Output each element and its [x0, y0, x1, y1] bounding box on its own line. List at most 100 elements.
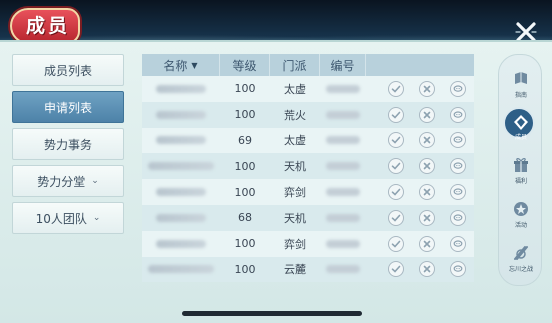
battle-icon: [514, 246, 528, 260]
rail-guide[interactable]: 指南: [499, 69, 543, 109]
reject-icon[interactable]: [419, 235, 435, 252]
rail-members[interactable]: 成员: [499, 113, 543, 153]
approve-icon[interactable]: [388, 235, 404, 252]
rail-welfare-label: 福利: [514, 178, 527, 185]
table-header: 名称 ▼ 等级 门派 编号: [142, 54, 474, 76]
table-row: 69 太虚: [142, 127, 474, 154]
name-cell: [142, 205, 220, 231]
id-cell: [320, 76, 366, 102]
sort-down-icon: ▼: [191, 60, 198, 70]
approve-icon[interactable]: [388, 209, 404, 226]
level-cell: 100: [234, 108, 256, 122]
table-row: 68 天机: [142, 204, 474, 231]
chat-icon[interactable]: [450, 261, 466, 278]
level-cell: 100: [234, 237, 256, 251]
level-cell: 100: [234, 159, 256, 173]
menu-ten-person-team[interactable]: 10人团队 ⌄: [12, 202, 124, 234]
blurred-name: [156, 136, 206, 145]
blurred-name: [156, 213, 206, 222]
chat-icon[interactable]: [450, 132, 466, 149]
approve-icon[interactable]: [388, 80, 404, 97]
menu-faction-branch[interactable]: 势力分堂 ⌄: [12, 165, 124, 197]
header-sect: 门派: [270, 54, 320, 76]
home-indicator[interactable]: [182, 311, 362, 316]
rail-guide-label: 指南: [514, 92, 527, 99]
menu-member-list-label: 成员列表: [43, 63, 92, 78]
chat-icon[interactable]: [450, 106, 466, 123]
id-cell: [320, 102, 366, 128]
name-cell: [142, 128, 220, 154]
header-sect-label: 门派: [282, 58, 307, 73]
blurred-name: [156, 188, 206, 197]
menu-application-list[interactable]: 申请列表: [12, 91, 124, 123]
level-cell: 68: [238, 211, 252, 225]
rail-activity-label: 活动: [514, 222, 527, 229]
id-cell: [320, 153, 366, 179]
rail-battle[interactable]: 忘川之战: [499, 243, 543, 283]
table-row: 100 天机: [142, 153, 474, 180]
chat-icon[interactable]: [450, 209, 466, 226]
header-level: 等级: [220, 54, 270, 76]
reject-icon[interactable]: [419, 80, 435, 97]
name-cell: [142, 102, 220, 128]
header-level-label: 等级: [232, 58, 257, 73]
sect-cell: 天机: [284, 211, 306, 225]
sect-cell: 弈剑: [284, 186, 306, 200]
table-body: 100 太虚 100 荒火 69 太虚 100 天机 100 弈剑 68 天机 …: [142, 76, 474, 283]
menu-member-list[interactable]: 成员列表: [12, 54, 124, 86]
blurred-id: [326, 188, 360, 197]
reject-icon[interactable]: [419, 209, 435, 226]
blurred-id: [326, 110, 360, 119]
blurred-name: [156, 239, 206, 248]
approve-icon[interactable]: [388, 106, 404, 123]
level-cell: 100: [234, 262, 256, 276]
approve-icon[interactable]: [388, 158, 404, 175]
menu-faction-affairs[interactable]: 势力事务: [12, 128, 124, 160]
name-cell: [142, 179, 220, 205]
rail-battle-label: 忘川之战: [508, 266, 533, 273]
row-actions: [366, 153, 474, 179]
table-row: 100 弈剑: [142, 230, 474, 257]
event-icon: [514, 202, 528, 216]
approve-icon[interactable]: [388, 261, 404, 278]
id-cell: [320, 128, 366, 154]
blurred-id: [326, 162, 360, 171]
reject-icon[interactable]: [419, 132, 435, 149]
chat-icon[interactable]: [450, 184, 466, 201]
name-cell: [142, 257, 220, 283]
rail-welfare[interactable]: 福利: [499, 155, 543, 195]
page-title: 成员: [25, 15, 70, 37]
sect-cell: 弈剑: [284, 237, 306, 251]
chat-icon[interactable]: [450, 235, 466, 252]
row-actions: [366, 76, 474, 102]
sect-cell: 太虚: [284, 82, 306, 96]
chevron-down-icon: ⌄: [92, 213, 101, 223]
menu-application-list-label: 申请列表: [43, 100, 92, 115]
id-cell: [320, 231, 366, 257]
reject-icon[interactable]: [419, 158, 435, 175]
row-actions: [366, 102, 474, 128]
approve-icon[interactable]: [388, 184, 404, 201]
menu-ten-person-team-label: 10人团队: [35, 211, 87, 226]
id-cell: [320, 179, 366, 205]
chat-icon[interactable]: [450, 80, 466, 97]
header-name-label: 名称: [163, 58, 188, 73]
row-actions: [366, 231, 474, 257]
header-id-label: 编号: [330, 58, 355, 73]
reject-icon[interactable]: [419, 184, 435, 201]
side-menu: 成员列表 申请列表 势力事务 势力分堂 ⌄ 10人团队 ⌄: [12, 54, 124, 239]
blurred-name: [156, 110, 206, 119]
rail-activity[interactable]: 活动: [499, 199, 543, 239]
header-id: 编号: [320, 54, 366, 76]
approve-icon[interactable]: [388, 132, 404, 149]
reject-icon[interactable]: [419, 106, 435, 123]
chat-icon[interactable]: [450, 158, 466, 175]
header-actions: [366, 54, 474, 76]
table-row: 100 荒火: [142, 101, 474, 128]
header-name[interactable]: 名称 ▼: [142, 54, 220, 76]
sect-cell: 太虚: [284, 134, 306, 148]
blurred-id: [326, 239, 360, 248]
reject-icon[interactable]: [419, 261, 435, 278]
table-row: 100 弈剑: [142, 179, 474, 205]
right-rail: 指南 成员 福利 活动 忘川之战: [498, 54, 542, 286]
